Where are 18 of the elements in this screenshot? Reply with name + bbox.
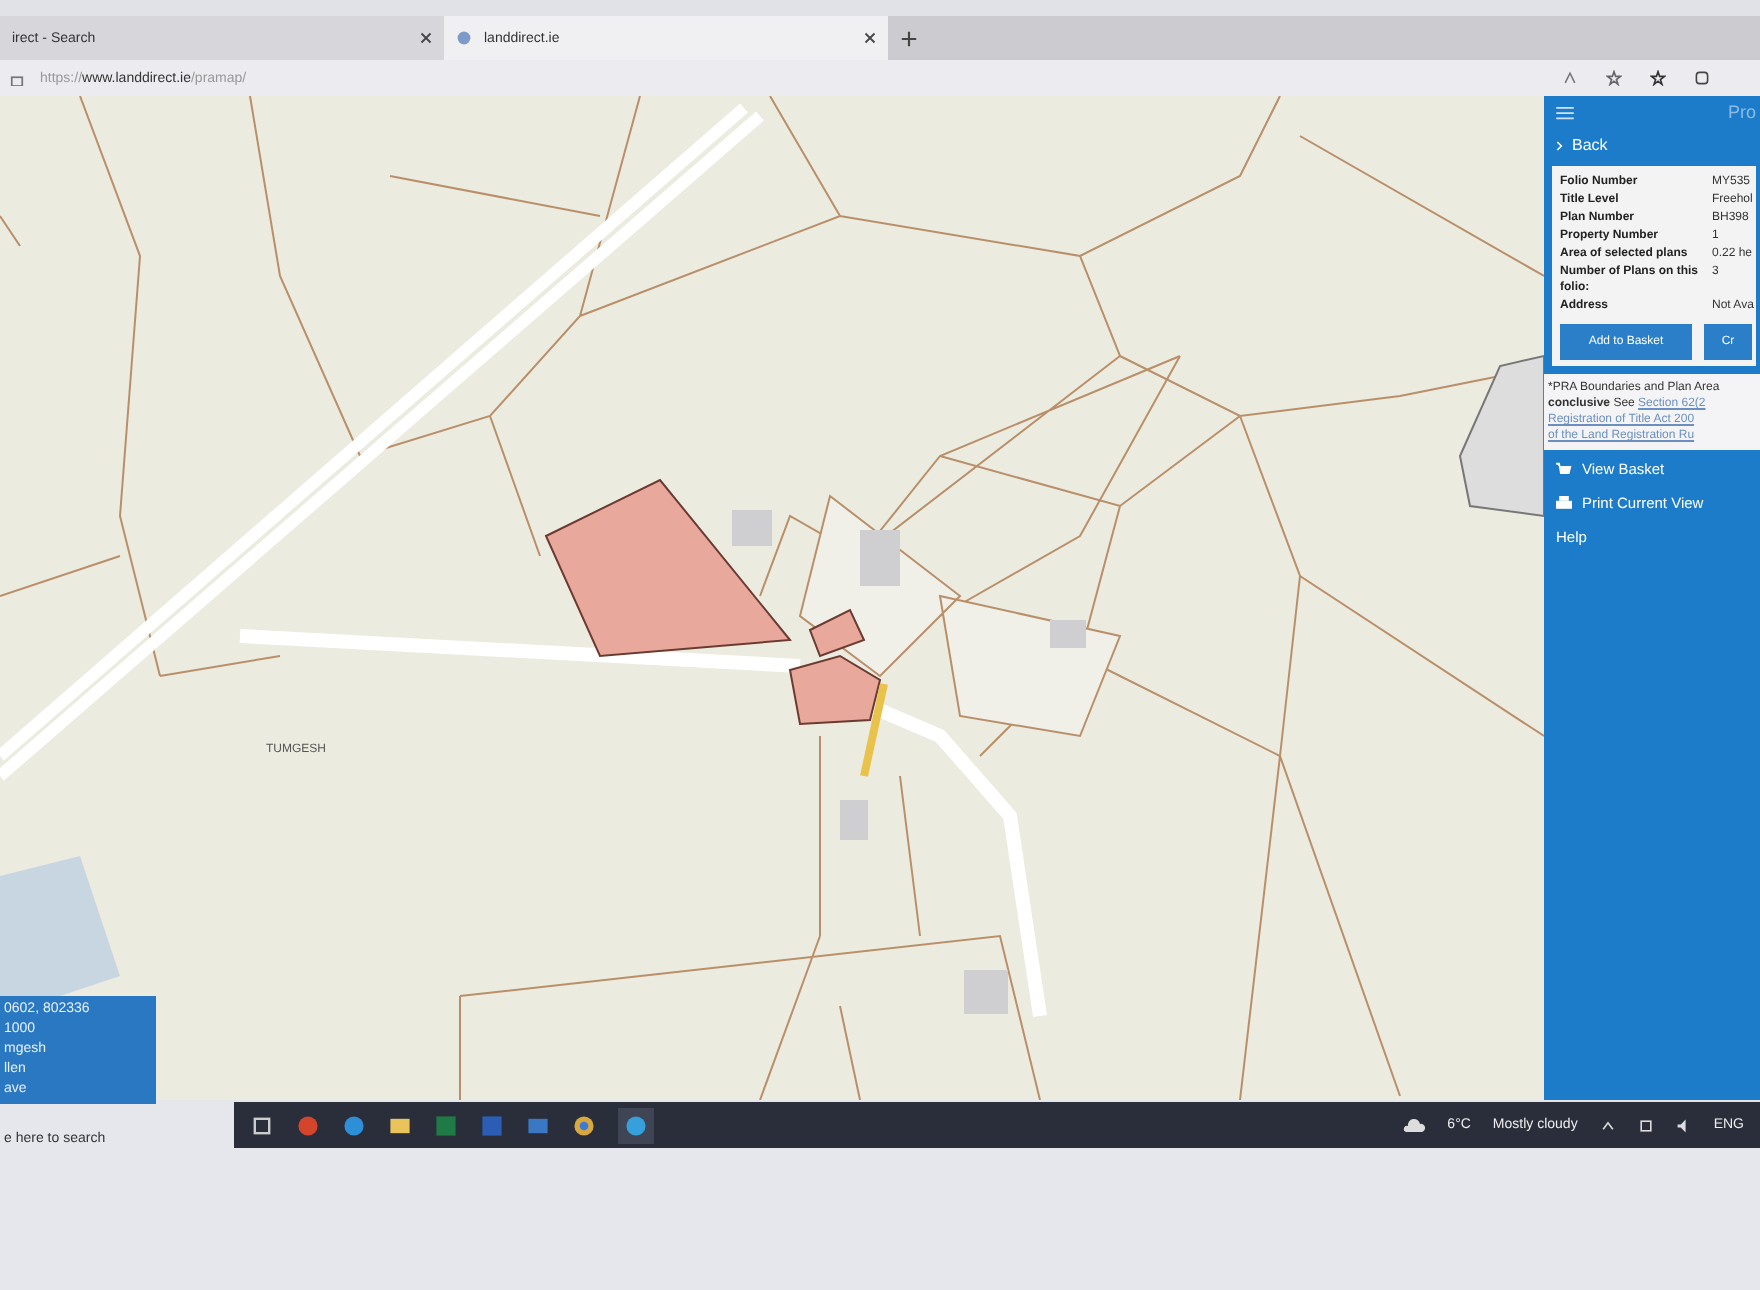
printer-icon: [1556, 495, 1572, 511]
new-tab-icon[interactable]: [900, 29, 918, 47]
panel-title: Pro: [1727, 102, 1756, 122]
cloud-icon: [1401, 1113, 1426, 1137]
task-view-icon[interactable]: [250, 1113, 274, 1137]
close-icon[interactable]: [420, 32, 432, 44]
speaker-icon[interactable]: [1675, 1117, 1692, 1133]
folder-icon[interactable]: [388, 1113, 412, 1137]
cart-icon: [1556, 461, 1572, 477]
map-drawing[interactable]: [0, 96, 1544, 1100]
menu-icon[interactable]: [1556, 105, 1574, 119]
chevron-right-icon: [1556, 139, 1564, 151]
chevron-up-icon[interactable]: [1599, 1117, 1616, 1133]
back-link[interactable]: Back: [1544, 128, 1760, 166]
close-icon[interactable]: [864, 32, 876, 44]
favorites-icon[interactable]: [1650, 70, 1666, 86]
favorite-icon[interactable]: [1606, 70, 1622, 86]
app-icon[interactable]: [296, 1113, 320, 1137]
